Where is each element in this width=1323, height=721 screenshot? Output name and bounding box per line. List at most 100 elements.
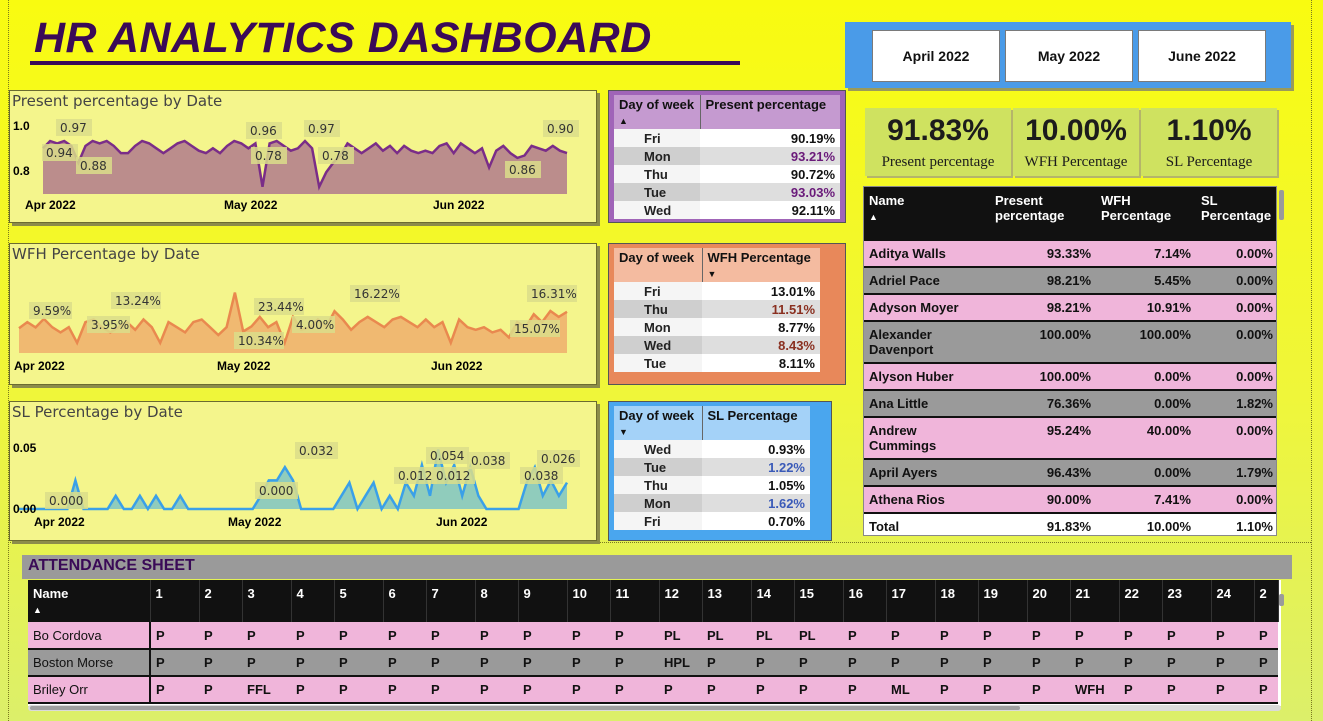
col-header-day[interactable]: Day of week ▼ [614,406,703,440]
data-label: 0.038 [520,467,563,484]
present-percentage-chart[interactable]: Present percentage by Date 1.0 0.8 Apr 202… [9,90,597,223]
kpi-label: WFH Percentage [1024,154,1128,170]
attendance-row[interactable]: Boston Morse P P P P P P P P P P P HPL P P P P P P P P P P P P P [28,649,1278,677]
attendance-mark-cell: P [978,649,1027,677]
x-tick-label: May 2022 [217,359,271,373]
name-cell: Aditya Walls [864,241,990,268]
attendance-mark-cell: P [751,676,794,704]
col-header-day[interactable]: 24 [1211,580,1255,622]
table-row[interactable]: Tue 93.03% [614,183,840,201]
table-row[interactable]: Wed 92.11% [614,201,840,219]
attendance-vertical-scrollbar[interactable] [1279,594,1284,606]
name-cell: Alyson Huber [864,363,990,391]
col-header-sl[interactable]: SL Percentage [1196,187,1276,241]
table-row[interactable]: Thu 90.72% [614,165,840,183]
attendance-mark-cell: P [1119,622,1162,650]
value-cell: 1.62% [702,494,810,512]
attendance-row[interactable]: Briley Orr P P FFL P P P P P P P P P P P P P ML P P P WFH P P P P [28,676,1278,704]
svg-text:0.94: 0.94 [46,146,73,160]
wfh-by-day-panel: Day of week WFH Percentage ▼ Fri 13.01% Thu… [608,243,846,385]
table-row[interactable]: Athena Rios 90.00% 7.41% 0.00% [864,486,1276,514]
col-header-day[interactable]: 6 [383,580,427,622]
col-header-day[interactable]: 18 [935,580,979,622]
attendance-mark-cell: P [518,649,567,677]
attendance-mark-cell: P [1254,649,1278,677]
col-header-day[interactable]: 8 [475,580,519,622]
table-row[interactable]: Adriel Pace 98.21% 5.45% 0.00% [864,267,1276,295]
value-cell: 10.91% [1096,294,1196,322]
kpi-sl-card: 1.10% SL Percentage [1141,108,1277,176]
table-row[interactable]: Alyson Huber 100.00% 0.00% 0.00% [864,363,1276,391]
table-row[interactable]: Andrew Cummings 95.24% 40.00% 0.00% [864,417,1276,460]
month-button-may[interactable]: May 2022 [1005,30,1133,82]
col-header-name[interactable]: Name ▲ [864,187,990,241]
table-row[interactable]: Alexander Davenport 100.00% 100.00% 0.00% [864,321,1276,364]
kpi-present-card: 91.83% Present percentage [865,108,1011,176]
col-header-day[interactable]: Day of week [614,248,703,282]
month-button-april[interactable]: April 2022 [872,30,1000,82]
attendance-mark-cell: P [518,676,567,704]
col-header-day[interactable]: 3 [242,580,292,622]
col-header-day[interactable]: 9 [518,580,568,622]
attendance-mark-cell: P [475,676,518,704]
attendance-mark-cell: FFL [242,676,291,704]
table-row[interactable]: Tue 1.22% [614,458,810,476]
wfh-percentage-chart[interactable]: WFH Percentage by Date Apr 2022 May 2022 J… [9,243,597,385]
table-row[interactable]: Mon 1.62% [614,494,810,512]
table-row[interactable]: Mon 93.21% [614,147,840,165]
col-header-day[interactable]: 17 [886,580,936,622]
data-label: 0.78 [318,147,354,164]
table-row[interactable]: Fri 90.19% [614,129,840,147]
sl-percentage-chart[interactable]: SL Percentage by Date 0.05 0.00 Apr 2022 Ma… [9,401,597,541]
total-label: Total [864,512,990,535]
table-row[interactable]: Mon 8.77% [614,318,820,336]
col-header-day[interactable]: 21 [1070,580,1120,622]
table-row[interactable]: Tue 8.11% [614,354,820,372]
col-header-day[interactable]: Day of week ▲ [614,95,701,129]
col-header-day[interactable]: 2 [199,580,243,622]
col-header-name[interactable]: Name ▲ [28,580,151,622]
col-header-day[interactable]: 1 [150,580,200,622]
table-row[interactable]: April Ayers 96.43% 0.00% 1.79% [864,459,1276,487]
col-header-day[interactable]: 20 [1027,580,1071,622]
col-header-day[interactable]: 4 [291,580,335,622]
col-header-day[interactable]: 11 [610,580,660,622]
col-header-day[interactable]: 13 [702,580,752,622]
table-row[interactable]: Fri 0.70% [614,512,810,530]
col-header-present[interactable]: Present percentage [990,187,1096,241]
table-row[interactable]: Wed 0.93% [614,440,810,458]
table-row[interactable]: Thu 1.05% [614,476,810,494]
col-header-day[interactable]: 14 [751,580,795,622]
scrollbar-thumb[interactable] [30,706,1020,710]
header-label: Name [869,193,905,208]
svg-text:0.000: 0.000 [259,484,293,498]
employee-name-cell: Briley Orr [28,676,151,704]
col-header-value[interactable]: WFH Percentage ▼ [702,248,820,282]
col-header-day[interactable]: 19 [978,580,1028,622]
col-header-value[interactable]: Present percentage [700,95,840,129]
table-row[interactable]: Thu 11.51% [614,300,820,318]
col-header-day[interactable]: 2 [1254,580,1279,622]
attendance-mark-cell: ML [886,676,935,704]
col-header-wfh[interactable]: WFH Percentage [1096,187,1196,241]
employee-table-scrollbar[interactable] [1279,190,1284,220]
col-header-value[interactable]: SL Percentage [702,406,810,440]
col-header-day[interactable]: 12 [659,580,703,622]
table-row[interactable]: Fri 13.01% [614,282,820,300]
table-row[interactable]: Adyson Moyer 98.21% 10.91% 0.00% [864,294,1276,322]
col-header-day[interactable]: 10 [567,580,611,622]
attendance-row[interactable]: Bo Cordova P P P P P P P P P P P PL PL PL PL P P P P P P P P P P [28,622,1278,650]
name-cell: Adriel Pace [864,267,990,295]
table-row[interactable]: Ana Little 76.36% 0.00% 1.82% [864,390,1276,418]
x-tick-label: Jun 2022 [431,359,483,373]
col-header-day[interactable]: 22 [1119,580,1163,622]
col-header-day[interactable]: 23 [1162,580,1212,622]
col-header-day[interactable]: 16 [843,580,887,622]
table-row[interactable]: Wed 8.43% [614,336,820,354]
col-header-day[interactable]: 5 [334,580,384,622]
data-label: 9.59% [29,302,72,319]
col-header-day[interactable]: 7 [426,580,476,622]
month-button-june[interactable]: June 2022 [1138,30,1266,82]
col-header-day[interactable]: 15 [794,580,844,622]
table-row[interactable]: Aditya Walls 93.33% 7.14% 0.00% [864,241,1276,268]
